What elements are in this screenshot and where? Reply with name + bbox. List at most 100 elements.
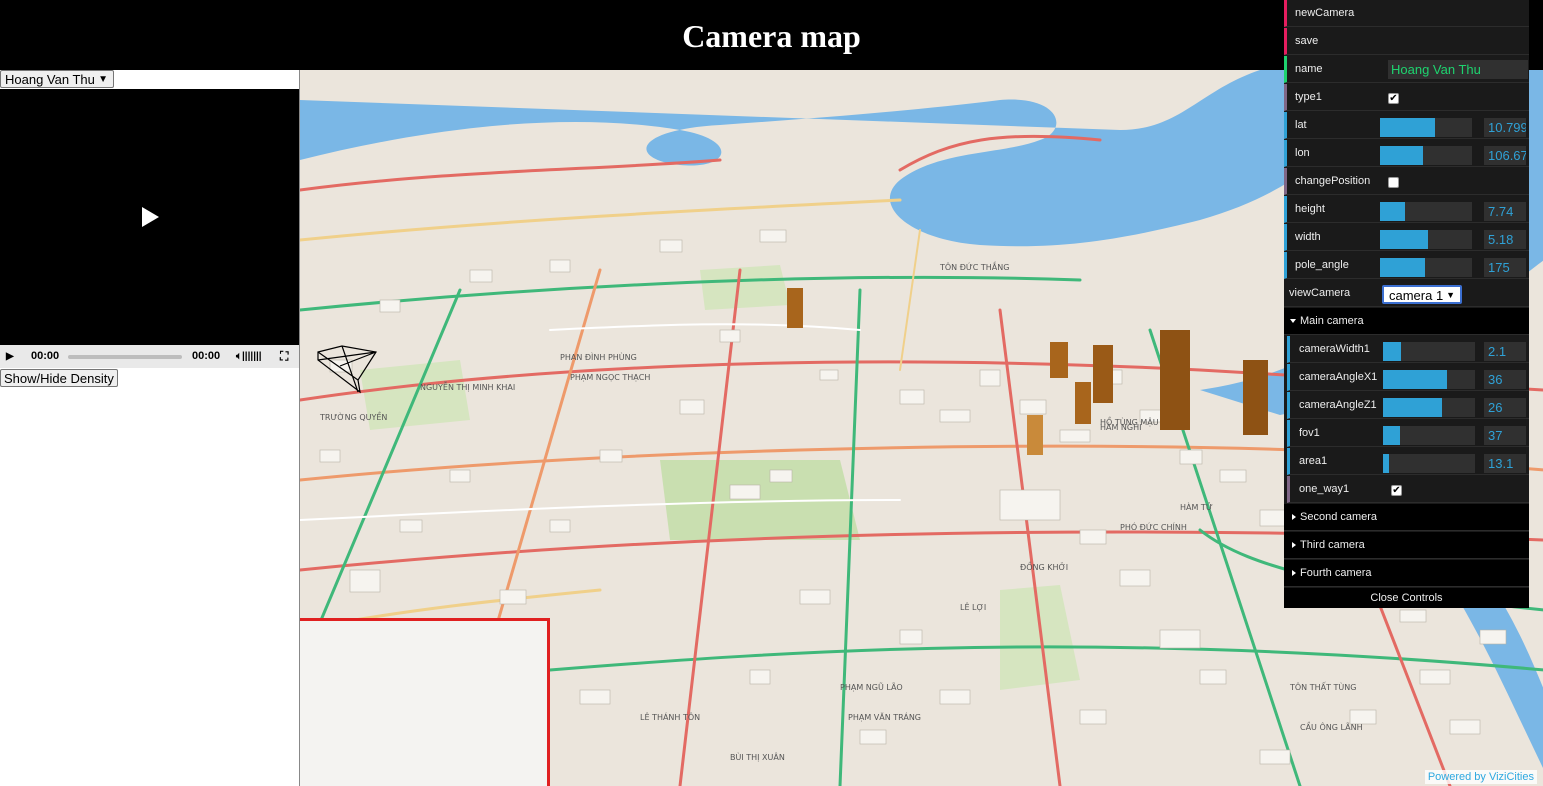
play-small-icon[interactable]: ▶ <box>6 345 14 368</box>
name-row: name Hoang Van Thu <box>1284 56 1529 83</box>
area-row: area1 13.1 <box>1287 448 1529 475</box>
camera-angle-x-input[interactable]: 36 <box>1484 370 1526 389</box>
lon-slider[interactable] <box>1380 146 1472 165</box>
camera-angle-x-row: cameraAngleX1 36 <box>1287 364 1529 391</box>
width-row: width 5.18 <box>1284 224 1529 251</box>
chevron-down-icon: ▼ <box>98 74 108 85</box>
camera-angle-z-label: cameraAngleZ1 <box>1299 399 1377 411</box>
play-icon[interactable] <box>142 207 159 227</box>
one-way-row: one_way1 ✔ <box>1287 476 1529 503</box>
new-camera-label: newCamera <box>1295 7 1355 19</box>
third-camera-label: Third camera <box>1300 539 1365 551</box>
height-label: height <box>1295 203 1325 215</box>
camera-width-input[interactable]: 2.1 <box>1484 342 1526 361</box>
lat-slider[interactable] <box>1380 118 1472 137</box>
fourth-camera-folder[interactable]: Fourth camera <box>1284 560 1529 587</box>
caret-right-icon <box>1292 542 1296 548</box>
fov-slider-fill <box>1383 426 1401 445</box>
area-input[interactable]: 13.1 <box>1484 454 1526 473</box>
close-controls-button[interactable]: Close Controls <box>1284 588 1529 608</box>
type1-row: type1 ✔ <box>1284 84 1529 111</box>
camera-select[interactable]: Hoang Van Thu ▼ <box>0 70 114 88</box>
area-label: area1 <box>1299 455 1328 467</box>
minimap[interactable] <box>300 618 550 786</box>
view-camera-row: viewCamera camera 1 ▼ <box>1284 280 1529 307</box>
save-button[interactable]: save <box>1284 28 1529 55</box>
camera-angle-z-slider[interactable] <box>1383 398 1475 417</box>
fullscreen-icon[interactable]: ⛶ <box>280 345 288 368</box>
view-camera-select[interactable]: camera 1 ▼ <box>1382 285 1462 304</box>
area-slider-fill <box>1383 454 1389 473</box>
caret-down-icon <box>1290 319 1296 323</box>
save-label: save <box>1295 35 1319 47</box>
camera-angle-z-slider-fill <box>1383 398 1442 417</box>
name-label: name <box>1295 63 1323 75</box>
map-label: LÊ THÁNH TÔN <box>640 711 700 722</box>
video-player[interactable] <box>0 89 299 349</box>
height-input[interactable]: 7.74 <box>1484 202 1526 221</box>
height-row: height 7.74 <box>1284 196 1529 223</box>
fourth-camera-label: Fourth camera <box>1300 567 1372 579</box>
type1-checkbox[interactable]: ✔ <box>1388 93 1399 104</box>
one-way-checkbox[interactable]: ✔ <box>1391 485 1402 496</box>
fov-slider[interactable] <box>1383 426 1475 445</box>
lon-label: lon <box>1295 147 1310 159</box>
attribution-link[interactable]: Powered by ViziCities <box>1424 770 1537 784</box>
pole-angle-slider-fill <box>1380 258 1426 277</box>
caret-right-icon <box>1292 570 1296 576</box>
lat-label: lat <box>1295 119 1307 131</box>
lon-input[interactable]: 106.67 <box>1484 146 1526 165</box>
lat-slider-fill <box>1380 118 1436 137</box>
fov-label: fov1 <box>1299 427 1320 439</box>
area-slider[interactable] <box>1383 454 1475 473</box>
pole-angle-row: pole_angle 175 <box>1284 252 1529 279</box>
height-slider[interactable] <box>1380 202 1472 221</box>
change-position-row: changePosition <box>1284 168 1529 195</box>
duration-time: 00:00 <box>192 350 221 362</box>
pole-angle-slider[interactable] <box>1380 258 1472 277</box>
map-label: LÊ LỢI <box>960 601 986 612</box>
controls-panel: newCamera save name Hoang Van Thu type1 … <box>1284 0 1529 608</box>
lat-input[interactable]: 10.799 <box>1484 118 1526 137</box>
camera-angle-x-label: cameraAngleX1 <box>1299 371 1378 383</box>
third-camera-folder[interactable]: Third camera <box>1284 532 1529 559</box>
camera-width-row: cameraWidth1 2.1 <box>1287 336 1529 363</box>
camera-angle-x-slider-fill <box>1383 370 1448 389</box>
lon-row: lon 106.67 <box>1284 140 1529 167</box>
width-slider[interactable] <box>1380 230 1472 249</box>
new-camera-button[interactable]: newCamera <box>1284 0 1529 27</box>
video-controls: ▶ 00:00 00:00 🔈︎||||||| ⛶ <box>0 345 299 368</box>
pole-angle-input[interactable]: 175 <box>1484 258 1526 277</box>
current-time: 00:00 <box>31 350 60 362</box>
camera-width-slider[interactable] <box>1383 342 1475 361</box>
map-label: PHẠM NGỌC THẠCH <box>570 373 650 383</box>
change-position-checkbox[interactable] <box>1388 177 1399 188</box>
fov-input[interactable]: 37 <box>1484 426 1526 445</box>
lon-slider-fill <box>1380 146 1424 165</box>
map-label: BÙI THỊ XUÂN <box>730 751 785 763</box>
width-label: width <box>1295 231 1321 243</box>
park-4 <box>700 265 790 310</box>
view-camera-value: camera 1 <box>1389 288 1444 303</box>
chevron-down-icon: ▼ <box>1446 290 1455 300</box>
width-input[interactable]: 5.18 <box>1484 230 1526 249</box>
view-camera-label: viewCamera <box>1289 287 1351 299</box>
left-panel: Hoang Van Thu ▼ ▶ 00:00 00:00 🔈︎||||||| … <box>0 70 299 786</box>
camera-angle-z-input[interactable]: 26 <box>1484 398 1526 417</box>
map-label: HÀM TỬ <box>1180 501 1213 512</box>
name-input[interactable]: Hoang Van Thu <box>1388 60 1528 79</box>
height-slider-fill <box>1380 202 1405 221</box>
volume-icon[interactable]: 🔈︎||||||| <box>236 345 262 368</box>
map-label: PHẠM NGŨ LÃO <box>840 681 903 693</box>
main-camera-folder[interactable]: Main camera <box>1284 308 1529 335</box>
one-way-label: one_way1 <box>1299 483 1350 495</box>
camera-width-slider-fill <box>1383 342 1402 361</box>
width-slider-fill <box>1380 230 1428 249</box>
show-hide-density-button[interactable]: Show/Hide Density <box>0 369 118 387</box>
second-camera-folder[interactable]: Second camera <box>1284 504 1529 531</box>
camera-select-value: Hoang Van Thu <box>5 72 95 87</box>
lat-row: lat 10.799 <box>1284 112 1529 139</box>
camera-angle-x-slider[interactable] <box>1383 370 1475 389</box>
map-label: PHAN ĐÌNH PHÙNG <box>560 351 637 362</box>
seek-bar[interactable] <box>68 355 182 359</box>
